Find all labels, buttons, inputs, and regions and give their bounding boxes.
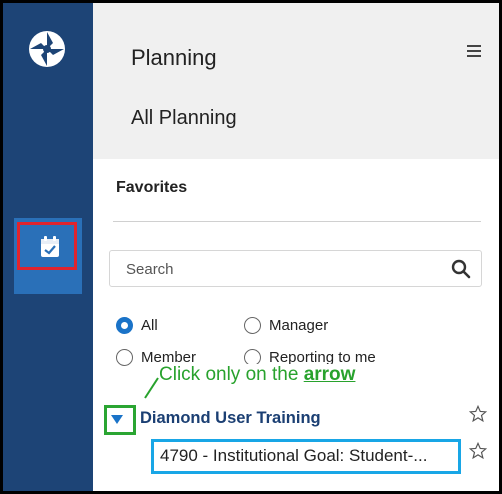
nav-rail bbox=[3, 3, 93, 491]
expand-arrow-icon[interactable] bbox=[111, 415, 123, 424]
search-box bbox=[109, 250, 482, 287]
divider bbox=[113, 221, 481, 222]
favorites-section: Favorites All Manager Member bbox=[93, 159, 499, 491]
calendar-check-icon bbox=[41, 236, 59, 257]
annotation-text: Click only on the bbox=[159, 364, 299, 385]
radio-member[interactable] bbox=[116, 349, 133, 366]
app-frame: Planning All Planning Favorites All Mana bbox=[3, 3, 499, 491]
filter-manager[interactable]: Manager bbox=[244, 317, 328, 334]
star-outline-icon[interactable] bbox=[469, 405, 487, 423]
radio-manager[interactable] bbox=[244, 317, 261, 334]
annotation-emphasis: arrow bbox=[303, 364, 356, 385]
all-planning-link[interactable]: All Planning bbox=[131, 107, 237, 130]
filter-all[interactable]: All bbox=[116, 317, 158, 334]
tree-group-label[interactable]: Diamond User Training bbox=[140, 409, 321, 428]
filter-label: All bbox=[141, 317, 158, 334]
planning-panel: Planning All Planning Favorites All Mana bbox=[93, 3, 499, 491]
diamond-logo-icon[interactable] bbox=[27, 29, 67, 69]
star-outline-icon[interactable] bbox=[469, 442, 487, 460]
annotation-pointer bbox=[144, 377, 159, 399]
hamburger-menu-icon[interactable] bbox=[467, 45, 481, 57]
annotation-callout: Click only on the arrow bbox=[159, 364, 355, 386]
search-input[interactable] bbox=[124, 260, 428, 279]
filter-label: Manager bbox=[269, 317, 329, 334]
tree-item-label[interactable]: 4790 - Institutional Goal: Student-... bbox=[160, 446, 427, 466]
search-icon[interactable] bbox=[451, 259, 471, 279]
favorites-heading: Favorites bbox=[116, 179, 188, 196]
page-title: Planning bbox=[131, 45, 217, 70]
radio-all[interactable] bbox=[116, 317, 133, 334]
